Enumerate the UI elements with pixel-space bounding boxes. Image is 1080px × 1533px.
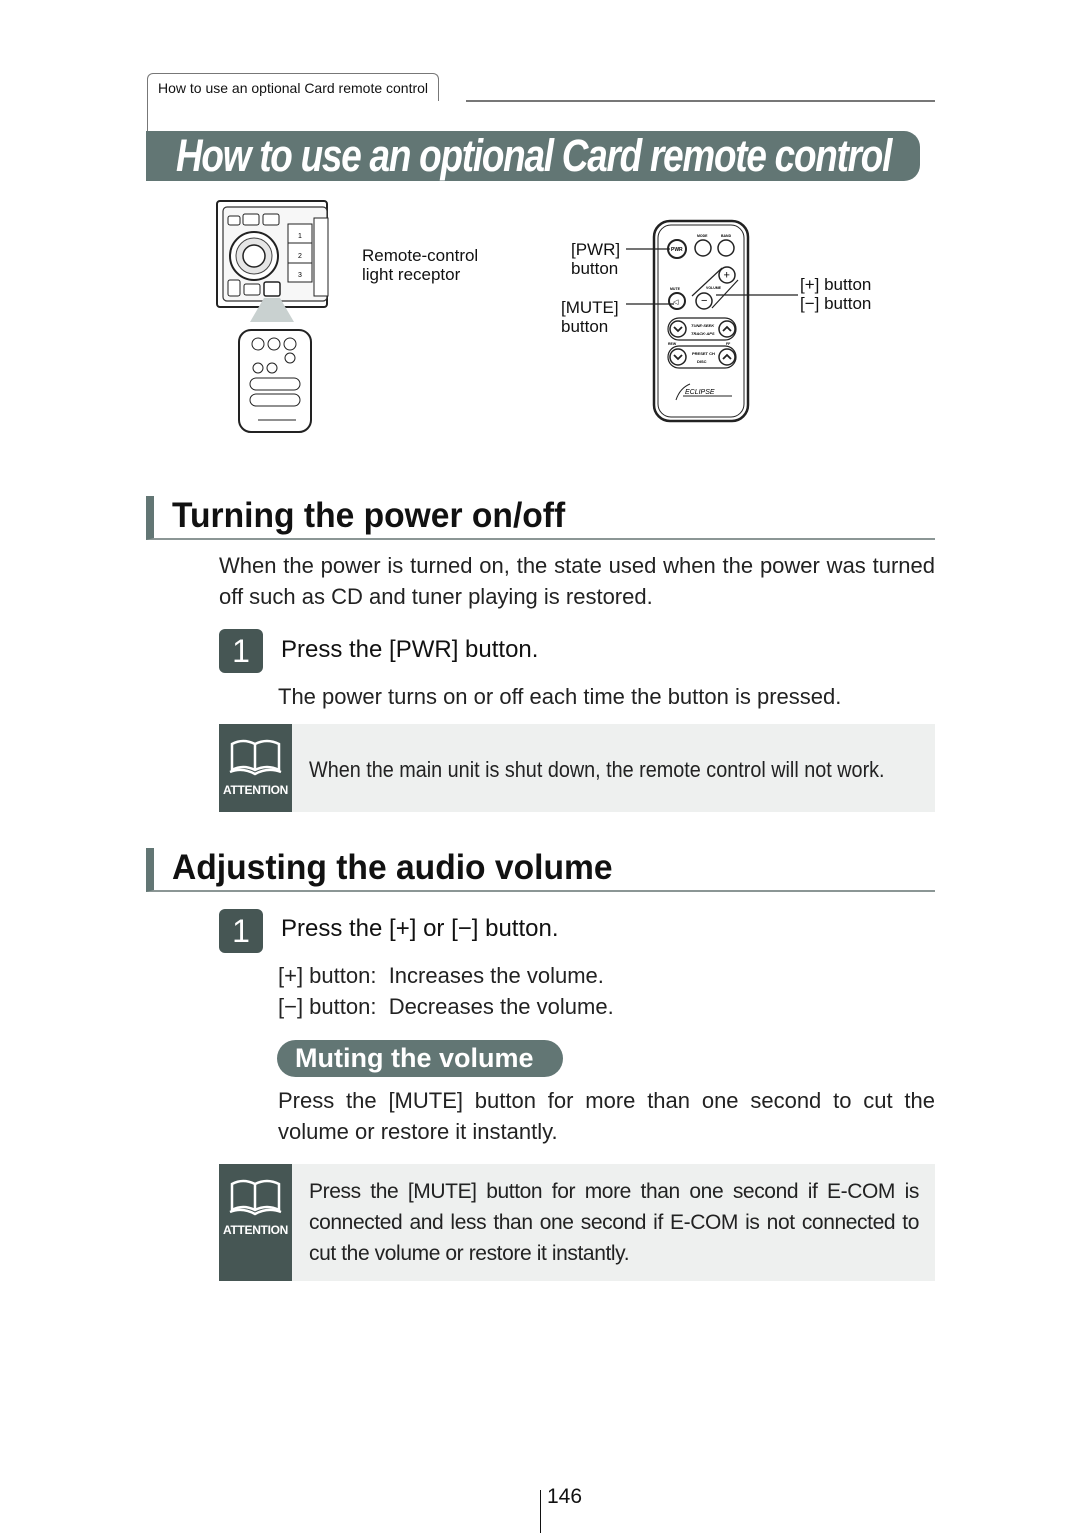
plus-button-description: [+] button: Increases the volume. bbox=[278, 963, 604, 988]
header-rule-side bbox=[147, 100, 148, 132]
step-detail-text: The power turns on or off each time the … bbox=[278, 684, 842, 709]
step-instruction: Press the [PWR] button. bbox=[281, 636, 539, 663]
attention-text: When the main unit is shut down, the rem… bbox=[309, 754, 919, 785]
pwr-label-line1: [PWR] bbox=[571, 240, 621, 259]
mute-instruction-text: Press the [MUTE] button for more than on… bbox=[278, 1088, 935, 1144]
page-number-rule bbox=[540, 1490, 541, 1533]
section-heading-power: Turning the power on/off bbox=[146, 496, 935, 540]
attention-label: ATTENTION bbox=[222, 1223, 289, 1237]
attention-sidebar: ATTENTION bbox=[219, 1164, 292, 1281]
open-book-icon bbox=[229, 1179, 282, 1216]
svg-text:ECLIPSE: ECLIPSE bbox=[685, 389, 715, 396]
subheading-muting: Muting the volume bbox=[277, 1040, 563, 1077]
diagram-leader-lines bbox=[626, 248, 798, 305]
page-number: 146 bbox=[547, 1485, 583, 1508]
receptor-label-line2: light receptor bbox=[362, 265, 461, 284]
mute-button-label: [MUTE] button bbox=[561, 298, 619, 336]
svg-text:2: 2 bbox=[298, 253, 302, 260]
svg-text:REW: REW bbox=[668, 342, 677, 346]
step-instruction: Press the [+] or [−] button. bbox=[281, 915, 559, 942]
attention-text-content: When the main unit is shut down, the rem… bbox=[309, 757, 885, 782]
svg-text:TRACK·APS: TRACK·APS bbox=[691, 331, 715, 336]
section-heading-volume: Adjusting the audio volume bbox=[146, 848, 935, 892]
volume-buttons-label: [+] button [−] button bbox=[800, 275, 871, 313]
header-rule bbox=[466, 100, 935, 102]
mute-label-line2: button bbox=[561, 317, 609, 336]
minus-button-description: [−] button: Decreases the volume. bbox=[278, 994, 614, 1019]
attention-box-mute: ATTENTION Press the [MUTE] button for mo… bbox=[219, 1164, 935, 1281]
svg-text:DISC: DISC bbox=[697, 359, 707, 364]
svg-text:1: 1 bbox=[298, 233, 302, 240]
minus-button-label: [−] button bbox=[800, 294, 872, 313]
receptor-label-line1: Remote-control bbox=[362, 246, 479, 265]
step-number-badge: 1 bbox=[219, 629, 263, 673]
attention-box-power: ATTENTION When the main unit is shut dow… bbox=[219, 724, 935, 812]
step-number-badge: 1 bbox=[219, 909, 263, 953]
power-intro-text: When the power is turned on, the state u… bbox=[219, 553, 935, 609]
receptor-label: Remote-control light receptor bbox=[362, 246, 478, 284]
svg-text:BAND: BAND bbox=[721, 234, 732, 238]
header-tab: How to use an optional Card remote contr… bbox=[147, 73, 440, 101]
attention-label: ATTENTION bbox=[222, 783, 289, 797]
svg-text:3: 3 bbox=[298, 272, 302, 279]
mute-label-line1: [MUTE] bbox=[561, 298, 619, 317]
page-title: How to use an optional Card remote contr… bbox=[176, 130, 892, 181]
section-title-volume: Adjusting the audio volume bbox=[172, 848, 613, 887]
head-unit-illustration: 1 2 3 bbox=[216, 200, 329, 433]
section-title-power: Turning the power on/off bbox=[172, 496, 566, 535]
attention-sidebar: ATTENTION bbox=[219, 724, 292, 812]
open-book-icon bbox=[229, 739, 282, 776]
svg-text:TUNE·SEEK: TUNE·SEEK bbox=[691, 323, 715, 328]
plus-button-label: [+] button bbox=[800, 275, 872, 294]
page-title-banner: How to use an optional Card remote contr… bbox=[146, 131, 920, 181]
pwr-label-line2: button bbox=[571, 259, 619, 278]
attention-text: Press the [MUTE] button for more than on… bbox=[309, 1180, 919, 1265]
svg-text:PRESET CH: PRESET CH bbox=[692, 351, 715, 356]
pwr-button-label: [PWR] button bbox=[571, 240, 620, 278]
svg-text:MODE: MODE bbox=[697, 234, 708, 238]
